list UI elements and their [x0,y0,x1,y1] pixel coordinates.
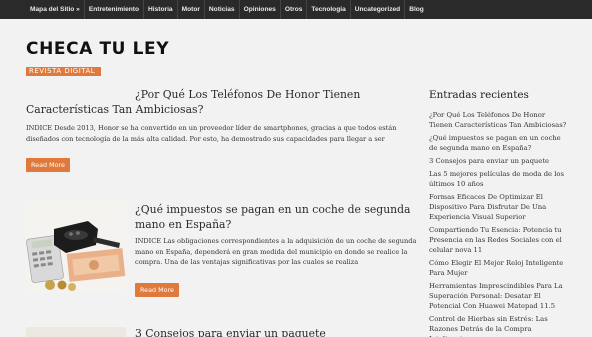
sidebar-recent-posts: Entradas recientes ¿Por Qué Los Teléfono… [429,88,567,337]
post-honor: ¿Por Qué Los Teléfonos De Honor Tienen C… [26,87,418,172]
nav-item-motor[interactable]: Motor [178,0,205,19]
nav-item-otros[interactable]: Otros [281,0,308,19]
post-excerpt: INDICE Desde 2013, Honor se ha convertid… [26,124,397,143]
nav-item-uncategorized[interactable]: Uncategorized [351,0,406,19]
post-consejos: 3 Consejos para enviar un paquete [135,326,418,337]
post-impuestos: ¿Qué impuestos se pagan en un coche de s… [135,202,418,297]
recent-post-link[interactable]: ¿Qué impuestos se pagan en un coche de s… [429,133,567,153]
nav-item-noticias[interactable]: Noticias [205,0,240,19]
nav-item-historia[interactable]: Historia [144,0,178,19]
site-title[interactable]: CHECA TU LEY [26,40,169,58]
read-more-button[interactable]: Read More [26,158,70,172]
recent-post-link[interactable]: Herramientas Imprescindibles Para La Sup… [429,281,567,311]
recent-post-link[interactable]: Cómo Elegir El Mejor Reloj Inteligente P… [429,258,567,278]
recent-post-link[interactable]: Compartiendo Tu Esencia: Potencia tu Pre… [429,225,567,255]
nav-item-mapa[interactable]: Mapa del Sitio » [26,0,85,19]
nav-item-blog[interactable]: Blog [405,0,428,19]
sidebar-title: Entradas recientes [429,89,529,101]
top-navigation: Mapa del Sitio » Entretenimiento Histori… [0,0,592,19]
post-excerpt: INDICE Las obligaciones correspondientes… [135,237,417,266]
post-title[interactable]: ¿Por Qué Los Teléfonos De Honor Tienen C… [26,87,418,117]
site-logo[interactable]: CHECA TU LEY REVISTA DIGITAL [26,40,169,77]
read-more-button[interactable]: Read More [135,282,179,297]
nav-item-opiniones[interactable]: Opiniones [240,0,281,19]
post-title[interactable]: ¿Qué impuestos se pagan en un coche de s… [135,202,418,232]
recent-post-link[interactable]: Formas Eficaces De Optimizar El Disposit… [429,192,567,222]
post-thumbnail[interactable] [26,199,126,292]
nav-item-tecnologia[interactable]: Tecnología [307,0,351,19]
post-thumbnail[interactable] [26,327,126,337]
recent-post-link[interactable]: ¿Por Qué Los Teléfonos De Honor Tienen C… [429,110,567,130]
post-title[interactable]: 3 Consejos para enviar un paquete [135,326,418,337]
car-keys-money-image [26,199,126,292]
recent-post-link[interactable]: 3 Consejos para enviar un paquete [429,156,567,166]
site-tagline: REVISTA DIGITAL [26,67,101,76]
recent-post-link[interactable]: Las 5 mejores películas de moda de los ú… [429,169,567,189]
recent-post-link[interactable]: Control de Hierbas sin Estrés: Las Razon… [429,314,567,337]
nav-item-entretenimiento[interactable]: Entretenimiento [85,0,145,19]
